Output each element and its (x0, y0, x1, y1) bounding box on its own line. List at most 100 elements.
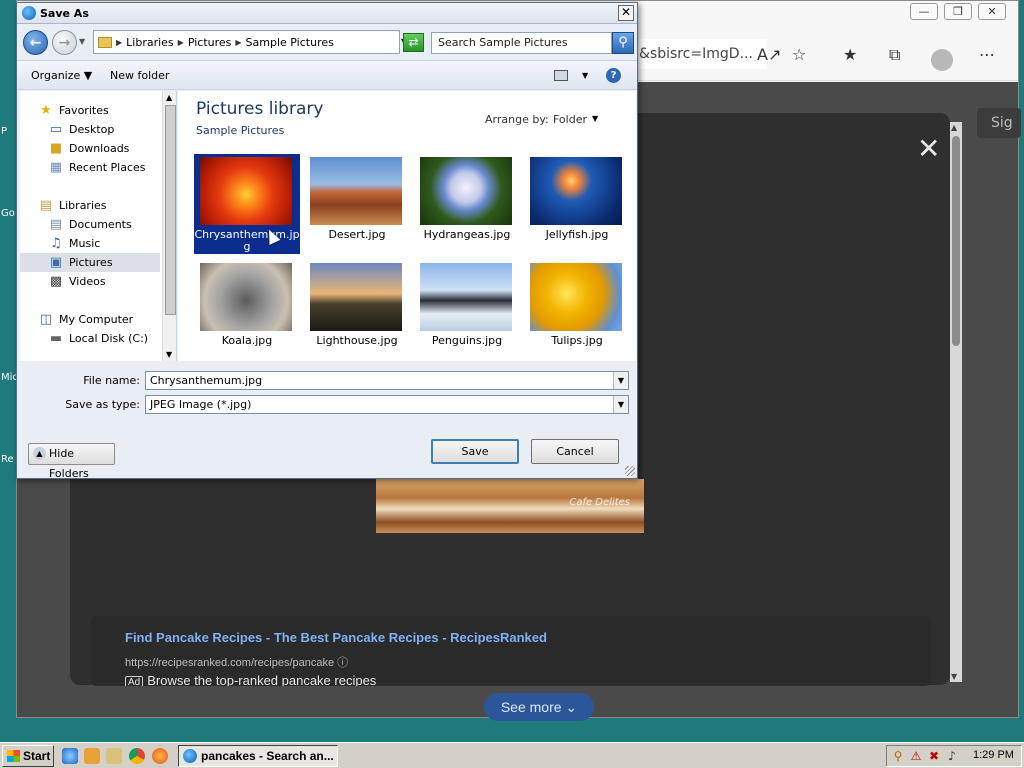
new-folder-button[interactable]: New folder (110, 69, 169, 82)
info-icon[interactable]: ⓘ (337, 657, 348, 669)
file-tile[interactable]: Penguins.jpg (414, 260, 520, 360)
search-icon[interactable]: ⚲ (612, 32, 634, 54)
dialog-titlebar[interactable]: Save As ✕ (17, 3, 637, 24)
read-aloud-icon[interactable]: A↗ (757, 45, 781, 64)
hide-folders-button[interactable]: ▲ Hide Folders (28, 443, 115, 480)
resize-grip[interactable] (625, 466, 635, 476)
view-dropdown-icon[interactable]: ▼ (582, 71, 588, 80)
nav-item-music[interactable]: ♫ Music (48, 234, 176, 253)
chevron-right-icon[interactable]: ▶ (178, 38, 184, 47)
help-icon[interactable]: ? (606, 68, 621, 83)
file-name: Hydrangeas.jpg (423, 228, 511, 241)
close-icon[interactable]: ✕ (978, 3, 1006, 20)
security-alert-icon[interactable]: ✖ (927, 749, 941, 763)
breadcrumb-sample-pictures[interactable]: Sample Pictures (246, 36, 334, 49)
save-button[interactable]: Save (431, 439, 519, 464)
nav-item-recent-places[interactable]: ▦ Recent Places (48, 158, 176, 177)
file-tile[interactable]: Tulips.jpg (524, 260, 630, 360)
nav-item-pictures[interactable]: ▣ Pictures (20, 253, 160, 272)
scroll-down-icon[interactable]: ▼ (951, 672, 957, 681)
nav-item-downloads[interactable]: ■ Downloads (48, 139, 176, 158)
file-tile[interactable]: Koala.jpg (194, 260, 300, 360)
chevron-right-icon[interactable]: ▶ (116, 38, 122, 47)
see-more-button[interactable]: See more ⌄ (484, 693, 594, 721)
file-tile[interactable]: Hydrangeas.jpg (414, 154, 520, 254)
file-thumbnail (420, 263, 512, 331)
profile-avatar[interactable] (931, 49, 953, 71)
videos-icon: ▩ (49, 274, 63, 289)
file-tile[interactable]: Lighthouse.jpg (304, 260, 410, 360)
music-icon: ♫ (50, 236, 62, 251)
close-viewer-icon[interactable]: ✕ (917, 132, 940, 165)
ad-badge: Ad (125, 676, 144, 686)
favorites-icon[interactable]: ★ (843, 45, 857, 64)
firefox-icon[interactable] (152, 748, 168, 764)
organize-menu[interactable]: Organize ▼ (31, 69, 92, 82)
volume-muted-icon[interactable]: ♪ (945, 749, 959, 763)
arrange-dropdown-icon[interactable]: ▼ (592, 114, 598, 123)
file-tile[interactable]: Chrysanthemum.jpg (194, 154, 300, 254)
network-warning-icon[interactable]: ⚠ (909, 749, 923, 763)
nav-item-my-computer[interactable]: ◫ My Computer (38, 310, 176, 329)
nav-scrollbar[interactable]: ▲ ▼ (162, 91, 176, 361)
computer-icon: ◫ (39, 312, 53, 327)
save-as-type-select[interactable]: JPEG Image (*.jpg) ▼ (145, 395, 629, 414)
scroll-down-icon[interactable]: ▼ (166, 350, 172, 359)
start-button[interactable]: Start (2, 745, 54, 767)
chevron-right-icon[interactable]: ▶ (235, 38, 241, 47)
nav-scrollbar-thumb[interactable] (165, 105, 176, 315)
minimize-icon[interactable]: — (910, 3, 938, 20)
back-button[interactable]: ← (23, 30, 48, 55)
chevron-down-icon[interactable]: ▼ (613, 396, 628, 413)
refresh-button[interactable]: ⇄ (403, 33, 424, 52)
search-tray-icon[interactable]: ⚲ (891, 749, 905, 763)
arrange-by-dropdown[interactable]: Folder (553, 113, 587, 126)
address-bar[interactable]: &sbisrc=ImgD... (627, 39, 767, 69)
taskbar: Start pancakes - Search an... ⚲ ⚠ ✖ ♪ 1:… (0, 742, 1024, 768)
nav-item-libraries[interactable]: ▤ Libraries (38, 196, 176, 215)
chevron-down-icon[interactable]: ▼ (613, 372, 628, 389)
close-dialog-icon[interactable]: ✕ (618, 5, 634, 21)
nav-item-favorites[interactable]: ★ Favorites (38, 101, 176, 120)
scroll-up-icon[interactable]: ▲ (951, 123, 957, 132)
star-icon: ★ (40, 103, 52, 118)
scrollbar-thumb[interactable] (952, 136, 960, 346)
nav-item-local-disk[interactable]: ▬ Local Disk (C:) (48, 329, 176, 348)
nav-item-documents[interactable]: ▤ Documents (48, 215, 176, 234)
file-name-field[interactable]: Chrysanthemum.jpg ▼ (145, 371, 629, 390)
command-bar: Organize ▼ New folder ▼ ? (17, 60, 637, 90)
file-thumbnail (530, 157, 622, 225)
sign-in-button[interactable]: Sig (977, 108, 1021, 138)
forward-button[interactable]: → (52, 30, 77, 55)
file-tile[interactable]: Desert.jpg (304, 154, 410, 254)
view-icon[interactable] (554, 70, 568, 81)
nav-item-videos[interactable]: ▩ Videos (48, 272, 176, 291)
file-explorer-icon[interactable] (106, 748, 122, 764)
breadcrumb[interactable]: ▶ Libraries ▶ Pictures ▶ Sample Pictures (93, 30, 400, 54)
nav-item-desktop[interactable]: ▭ Desktop (48, 120, 176, 139)
breadcrumb-pictures[interactable]: Pictures (188, 36, 232, 49)
library-title: Pictures library (196, 99, 324, 119)
more-options-icon[interactable]: ⋯ (979, 45, 995, 64)
pictures-icon: ▣ (49, 255, 63, 270)
viewer-scrollbar[interactable]: ▲ ▼ (950, 122, 962, 682)
collections-icon[interactable]: ⧉ (889, 45, 900, 65)
ad-result[interactable]: Find Pancake Recipes - The Best Pancake … (91, 616, 931, 686)
search-input[interactable]: Search Sample Pictures (431, 32, 612, 54)
add-favorite-icon[interactable]: ☆ (792, 45, 806, 64)
clock[interactable]: 1:29 PM (973, 749, 1014, 761)
ad-title-link[interactable]: Find Pancake Recipes - The Best Pancake … (125, 630, 547, 645)
scroll-up-icon[interactable]: ▲ (166, 93, 172, 102)
taskbar-item-edge[interactable]: pancakes - Search an... (178, 745, 338, 767)
pancake-image[interactable]: Cafe Delites (376, 479, 644, 533)
recent-locations-dropdown-icon[interactable]: ▼ (79, 37, 85, 46)
library-subtitle: Sample Pictures (196, 124, 285, 137)
file-name: Chrysanthemum.jpg (194, 228, 300, 253)
chrome-icon[interactable] (129, 748, 145, 764)
file-tile[interactable]: Jellyfish.jpg (524, 154, 630, 254)
maximize-icon[interactable]: ❐ (944, 3, 972, 20)
breadcrumb-libraries[interactable]: Libraries (126, 36, 174, 49)
internet-explorer-icon[interactable] (62, 748, 78, 764)
cancel-button[interactable]: Cancel (531, 439, 619, 464)
media-player-icon[interactable] (84, 748, 100, 764)
